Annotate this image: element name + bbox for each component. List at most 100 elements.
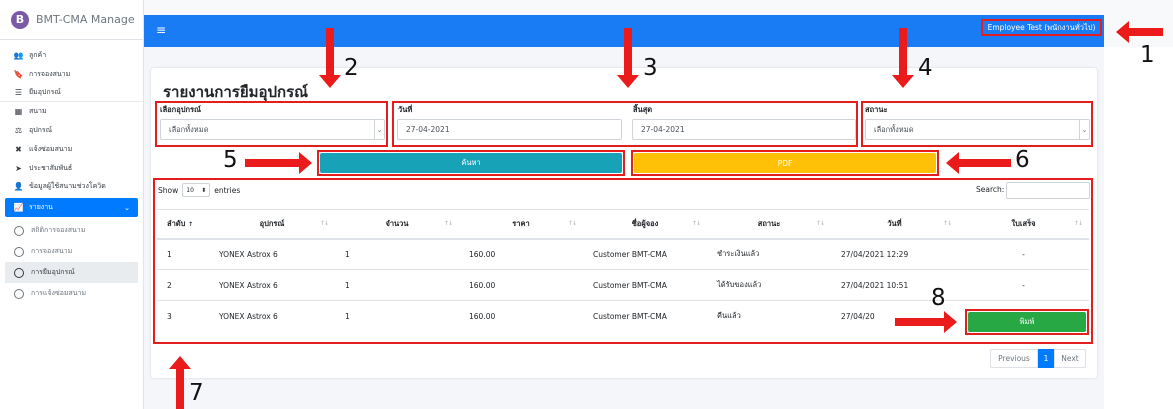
- pagination-page-1[interactable]: 1: [1038, 349, 1054, 368]
- column-header-equipment[interactable]: อุปกรณ์ ↑↓: [209, 209, 335, 240]
- sidebar-item-repair[interactable]: ✖ แจ้งซ่อมสนาม: [0, 140, 143, 159]
- sidebar-item-equipment[interactable]: ⚖ อุปกรณ์: [0, 121, 143, 140]
- users-icon: 👥: [13, 50, 24, 60]
- equipment-select[interactable]: เลือกทั้งหมด ⌄: [160, 119, 385, 140]
- sidebar-item-label: รายงาน: [29, 203, 53, 212]
- pagination: Previous 1 Next: [990, 349, 1086, 368]
- page-length-select[interactable]: 10 ⬍: [182, 183, 211, 197]
- sidebar-subitem-label: การยืมอุปกรณ์: [31, 268, 75, 277]
- sidebar-item-customers[interactable]: 👥 ลูกค้า: [0, 46, 143, 65]
- cell-equipment: YONEX Astrox 6: [209, 300, 335, 332]
- sort-icon: ↑↓: [567, 220, 577, 227]
- column-header-order[interactable]: ลำดับ ↑: [157, 209, 209, 240]
- user-menu[interactable]: Employee Test (พนักงานทั่วไป): [981, 19, 1102, 36]
- sidebar-item-label: การจองสนาม: [29, 69, 71, 78]
- sidebar-subitem-repair-report[interactable]: การแจ้งซ่อมสนาม: [0, 283, 143, 304]
- annotation-arrow-2: [319, 28, 341, 88]
- sidebar-item-reports[interactable]: 📈 รายงาน ⌄: [5, 198, 138, 218]
- circle-icon: [14, 267, 24, 278]
- table-row: 2 YONEX Astrox 6 1 160.00 Customer BMT-C…: [157, 269, 1089, 301]
- pagination-next[interactable]: Next: [1054, 349, 1086, 368]
- annotation-arrow-4: [892, 28, 914, 88]
- annotation-arrow-6: [946, 152, 1011, 174]
- cell-receipt: -: [958, 269, 1089, 301]
- table-header-row: ลำดับ ↑ อุปกรณ์ ↑↓ จำนวน ↑↓ ราคา ↑↓ ชื่อผู้…: [157, 209, 1089, 240]
- status-select[interactable]: เลือกทั้งหมด ⌄: [865, 119, 1090, 140]
- sidebar-subitem-label: การจองสนาม: [31, 247, 73, 256]
- column-header-quantity[interactable]: จำนวน ↑↓: [335, 209, 459, 240]
- column-label: ลำดับ: [167, 218, 186, 228]
- sidebar-subitem-borrow-report[interactable]: การยืมอุปกรณ์: [5, 262, 138, 284]
- sidebar-item-label: ข้อมูลผู้ใช้สนามช่วงโควิด: [29, 182, 106, 191]
- pagination-previous[interactable]: Previous: [990, 349, 1038, 368]
- column-header-receipt[interactable]: ใบเสร็จ ↑↓: [958, 209, 1089, 240]
- pdf-button[interactable]: PDF: [634, 153, 936, 173]
- page-length-control: Show 10 ⬍ entries: [158, 183, 240, 197]
- sidebar-item-bookings[interactable]: 🔖 การจองสนาม: [0, 65, 143, 84]
- column-header-status[interactable]: สถานะ ↑↓: [707, 209, 831, 240]
- chevron-down-icon: ⌄: [1079, 120, 1089, 139]
- table-search-input[interactable]: [1006, 182, 1090, 199]
- column-label: ราคา: [512, 218, 530, 228]
- search-label: Search:: [976, 185, 1005, 194]
- list-icon: ☰: [14, 87, 23, 97]
- brand-logo: B: [11, 10, 29, 29]
- cell-date: 27/04/2021 12:29: [831, 238, 958, 270]
- cell-booker: Customer BMT-CMA: [583, 238, 707, 270]
- cell-order: 3: [157, 300, 209, 332]
- sort-icon: ↑↓: [319, 220, 329, 227]
- sidebar: B BMT-CMA Manage 👥 ลูกค้า 🔖 การจองสนาม ☰…: [0, 0, 144, 409]
- cell-equipment: YONEX Astrox 6: [209, 269, 335, 301]
- print-receipt-button[interactable]: พิมพ์: [968, 312, 1086, 332]
- cell-booker: Customer BMT-CMA: [583, 300, 707, 332]
- annotation-arrow-3: [617, 28, 639, 88]
- annotation-arrow-5: [245, 152, 312, 174]
- topbar: ≡ Employee Test (พนักงานทั่วไป): [144, 0, 1173, 47]
- search-button[interactable]: ค้นหา: [320, 153, 622, 173]
- sidebar-item-label: ประชาสัมพันธ์: [29, 163, 73, 172]
- cell-booker: Customer BMT-CMA: [583, 269, 707, 301]
- status-filter-label: สถานะ: [865, 105, 888, 114]
- tools-icon: ✖: [15, 144, 22, 154]
- sidebar-item-courts[interactable]: ▦ สนาม: [0, 102, 143, 121]
- status-select-value: เลือกทั้งหมด: [874, 124, 914, 134]
- sidebar-item-label: สนาม: [29, 107, 47, 116]
- column-label: อุปกรณ์: [259, 218, 285, 228]
- annotation-arrow-8: [895, 311, 957, 333]
- table-icon: ▦: [14, 107, 23, 117]
- column-label: วันที่: [887, 218, 902, 228]
- circle-icon: [14, 225, 24, 236]
- column-label: สถานะ: [757, 218, 781, 228]
- hamburger-icon[interactable]: ≡: [156, 23, 166, 37]
- sidebar-subitem-booking-stats[interactable]: สถิติการจองสนาม: [0, 220, 143, 241]
- column-header-booker[interactable]: ชื่อผู้จอง ↑↓: [583, 209, 707, 240]
- cell-price: 160.00: [459, 300, 583, 332]
- sidebar-item-covid-users[interactable]: 👤 ข้อมูลผู้ใช้สนามช่วงโควิด: [0, 178, 143, 197]
- cell-order: 1: [157, 238, 209, 270]
- app-root: B BMT-CMA Manage 👥 ลูกค้า 🔖 การจองสนาม ☰…: [0, 0, 1173, 409]
- cell-equipment: YONEX Astrox 6: [209, 238, 335, 270]
- start-date-input[interactable]: 27-04-2021: [397, 119, 622, 140]
- circle-icon: [14, 246, 24, 257]
- annotation-number-8: 8: [931, 285, 946, 311]
- cell-quantity: 1: [335, 238, 459, 270]
- end-date-input[interactable]: 27-04-2021: [632, 119, 856, 140]
- column-header-price[interactable]: ราคา ↑↓: [459, 209, 583, 240]
- sidebar-item-borrow[interactable]: ☰ ยืมอุปกรณ์: [0, 84, 143, 103]
- sidebar-item-announcements[interactable]: ➤ ประชาสัมพันธ์: [0, 159, 143, 178]
- annotation-number-2: 2: [344, 55, 359, 81]
- column-header-date[interactable]: วันที่ ↑↓: [831, 209, 958, 240]
- cell-status: คืนแล้ว: [707, 300, 831, 332]
- main-content: รายงานการยืมอุปกรณ์ เลือกอุปกรณ์ เลือกทั…: [144, 47, 1104, 409]
- column-label: ใบเสร็จ: [1011, 218, 1036, 228]
- brand[interactable]: B BMT-CMA Manage: [0, 0, 143, 40]
- column-label: ชื่อผู้จอง: [631, 218, 659, 228]
- sort-icon: ↑↓: [942, 220, 952, 227]
- cell-quantity: 1: [335, 269, 459, 301]
- sort-arrows-icon: ⬍: [201, 186, 207, 194]
- sidebar-subitem-booking-report[interactable]: การจองสนาม: [0, 241, 143, 262]
- annotation-number-5: 5: [223, 147, 238, 173]
- cell-order: 2: [157, 269, 209, 301]
- cell-receipt: -: [958, 238, 1089, 270]
- sort-asc-icon: ↑: [188, 220, 194, 228]
